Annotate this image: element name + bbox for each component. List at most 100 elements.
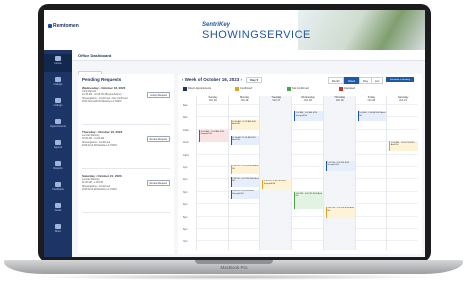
nav-item-label: Listings [53,83,63,86]
nav-item-more[interactable]: More [44,222,72,240]
appointment-event[interactable]: 1:30 PM - 2:00 PM 4018 Anvil Rd [230,164,260,175]
view-week-button[interactable]: Week [344,77,360,84]
time-label: 8am [183,104,188,107]
nav-item-home[interactable]: Home [44,54,72,72]
title-bar: Office Dashboard [72,50,425,61]
time-label: 3pm [183,190,188,194]
accept-request-button[interactable]: Accept Request [147,92,170,98]
week-grid: 8am 9am 10am 11am 12pm 1pm 2pm 3pm 4pm 5pm 6pm 7pm … [182,96,418,250]
app-screen: Remtomen SentriKey SHOWINGSERVICE Home Li… [44,10,425,257]
more-icon [55,224,61,229]
legend-swatch [339,87,343,91]
day-date: Oct 16 [240,99,249,103]
nav-item-label: Reports [53,167,63,170]
time-label: 12pm [183,153,189,157]
appointment-event[interactable]: 10:30 AM - 11:30 AM 4020 Sunnyhill Rd [199,130,228,143]
day-date: Oct 18 [304,99,312,103]
next-week-icon[interactable]: › [240,77,242,82]
view-month-button[interactable]: Month [328,77,344,84]
request-detail: 4018 Anvil Rd Metairie LA 70004 [82,188,117,192]
legend-swatch [287,87,291,91]
nav-item-label: Agents [53,146,63,149]
calendar-panel: ‹ Week of October 16, 2023 › Day ▾ Month… [178,74,422,254]
appointment-event[interactable]: 5:00 PM - 5:30 PM 4040 Anvil Rd [325,206,355,218]
day-header: Wednesday Oct 18 [292,96,324,103]
pending-requests-panel: Pending Requests Wednesday • October 18,… [78,74,174,254]
review-request-button[interactable]: Review Request [146,180,170,186]
appointment-event[interactable]: 3:30 PM - 4:00 PM 4030 Sunnyhill Rd [230,189,260,200]
brand-logo[interactable]: Remtomen [48,23,79,29]
people-icon [55,140,61,145]
day-header: Thursday Oct 19 [324,96,356,103]
day-date: Oct 15 [209,99,217,103]
legend-label: Canceled [344,87,355,90]
view-list-button[interactable]: List [371,77,384,84]
nav-item-reports[interactable]: Reports [44,159,72,177]
legend-item: Confirmed [234,86,252,92]
pending-title: Pending Requests [82,77,122,82]
nav-item-appointments[interactable]: Appointments [44,117,72,135]
day-header: Tuesday Oct 17 [260,96,292,103]
request-group: Wednesday • October 18, 2023 Carly Barret… [82,86,172,104]
nav-item-label: Listings [53,104,63,107]
legend-label: Not Confirmed [292,87,309,90]
request-group: Thursday • October 19, 2023 Jennifer Barr… [82,130,172,148]
view-dropdown[interactable]: Day ▾ [246,77,263,83]
nav-item-label: Goals [54,209,62,212]
page-title: Office Dashboard [78,53,112,58]
nav-item-label: Feedback [52,188,64,191]
logo-main: SHOWINGSERVICE [202,29,311,41]
time-label: 4pm [183,203,188,207]
time-column: 8am 9am 10am 11am 12pm 1pm 2pm 3pm 4pm 5pm 6pm 7pm [182,96,196,250]
brand-name: Remtomen [53,23,79,29]
legend-item: Not Confirmed [286,86,309,92]
nav-item-feedback[interactable]: Feedback [44,180,72,198]
day-date: Oct 17 [272,99,281,103]
schedule-showing-button[interactable]: Schedule a Showing [386,77,414,82]
time-label: 9am [183,116,188,120]
banner-image [298,10,425,50]
list-icon [55,77,61,82]
request-detail: 4030 Sunnyhill Rd Metairie LA 70003 [82,100,122,104]
day-column: Tuesday Oct 17 [259,96,293,250]
main-content: Office Dashboard Select Team All Teams P… [72,50,425,257]
appointment-event[interactable]: 2:30 PM - 3:00 PM 4040 Anvil Rd [230,177,260,187]
week-label: Week of October 16, 2023 [184,77,240,83]
device-name: MacBook Pro [220,265,248,270]
day-column: Thursday Oct 19 [322,96,356,250]
status-legend: Direct Appointments Confirmed Not Confirme… [182,86,418,93]
day-column: Saturday Oct 21 [386,96,419,250]
time-label: 10am [183,128,189,132]
appointment-event[interactable]: 1:30 PM - 2:00 PM 4030 Sunnyhill Rd [325,161,355,171]
legend-label: Confirmed [240,87,252,90]
home-icon [55,56,61,61]
legend-item: Canceled [338,86,355,92]
review-request-button[interactable]: Review Request [146,136,170,142]
nav-item-listings[interactable]: Listings [44,96,72,114]
appointment-event[interactable]: 11:00 AM - 11:30 AM 4018 Anvil Rd [230,136,260,145]
nav-item-agents[interactable]: Agents [44,138,72,156]
header-banner: Remtomen SentriKey SHOWINGSERVICE [44,10,425,51]
appointment-event[interactable]: 11:30 AM - 12:00 PM 4018 Anvil Rd [389,141,418,151]
nav-item-listings[interactable]: Listings [44,75,72,93]
prev-week-icon[interactable]: ‹ [182,77,184,82]
day-header: Saturday Oct 21 [387,96,419,103]
appointment-event[interactable]: 2:30 PM - 3:00 PM 4020 Sunnyhill Rd [262,179,292,190]
section-divider [82,212,170,213]
appointment-event[interactable]: 10:00 AM - 10:30 AM 4040 Anvil Rd [230,120,260,130]
nav-item-label: Appointments [50,125,66,128]
day-header: Sunday Oct 15 [197,96,229,103]
day-header: Friday Oct 20 [356,96,388,103]
time-label: 5pm [183,215,188,219]
appointment-event[interactable]: 9:00 AM - 9:30 AM 4018 Anvil Rd [357,111,387,122]
legend-item: Direct Appointments [182,86,211,92]
legend-swatch [235,87,239,91]
nav-item-goals[interactable]: Goals [44,201,72,219]
legend-swatch [183,87,187,91]
chat-icon [55,182,61,187]
time-label: 11am [183,141,189,145]
appointment-event[interactable]: 9:00 AM - 9:30 AM 4030 Sunnyhill Rd [294,111,323,122]
day-date: Oct 19 [335,99,344,103]
appointment-event[interactable]: 4:00 PM - 5:00 PM 4018 Anvil Rd [294,192,323,210]
day-date: Oct 21 [399,99,407,103]
